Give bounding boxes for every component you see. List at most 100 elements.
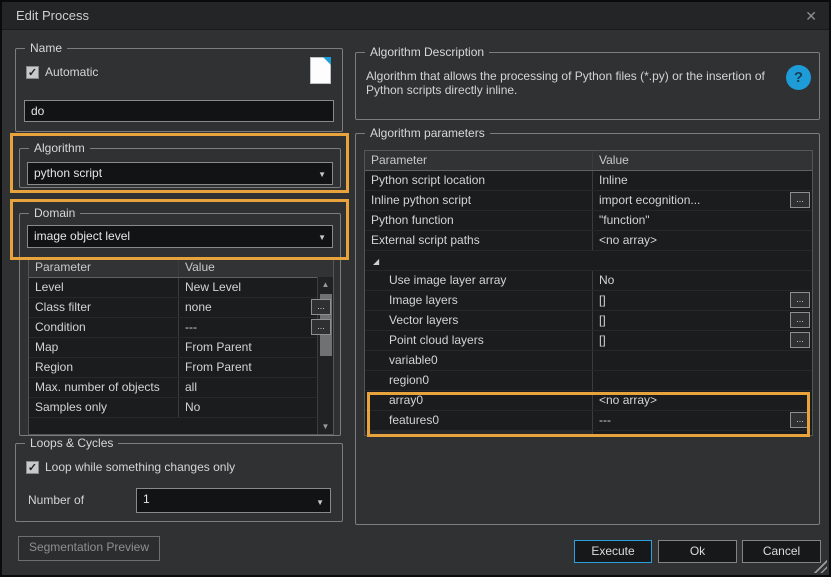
algorithm-parameters-label: Algorithm parameters bbox=[365, 126, 490, 140]
value-text: [] bbox=[599, 311, 812, 329]
table-row[interactable]: Python script location Inline bbox=[365, 171, 812, 191]
value-text: New Level bbox=[185, 278, 333, 296]
value-cell: "function" bbox=[593, 211, 812, 230]
ellipsis-button[interactable]: ... bbox=[790, 332, 810, 348]
scroll-down-icon[interactable]: ▼ bbox=[318, 419, 333, 434]
algorithm-description-text: Algorithm that allows the processing of … bbox=[366, 69, 766, 97]
value-cell: From Parent bbox=[179, 358, 333, 377]
table-row[interactable] bbox=[365, 431, 812, 436]
table-row[interactable]: features0---... bbox=[365, 411, 812, 431]
value-text: From Parent bbox=[185, 338, 333, 356]
value-cell: <no array> bbox=[593, 231, 812, 250]
algorithm-description-group: Algorithm Description Algorithm that all… bbox=[355, 52, 820, 120]
table-row[interactable]: Point cloud layers[]... bbox=[365, 331, 812, 351]
table-row[interactable]: Class filternone... bbox=[29, 298, 333, 318]
table-row[interactable]: MapFrom Parent bbox=[29, 338, 333, 358]
number-of-value: 1 bbox=[143, 492, 150, 506]
algorithm-group-label: Algorithm bbox=[29, 141, 90, 155]
number-of-dropdown[interactable]: 1 ▼ bbox=[136, 488, 331, 513]
value-cell: all bbox=[179, 378, 333, 397]
ellipsis-button[interactable]: ... bbox=[311, 299, 331, 315]
parameter-cell: Class filter bbox=[29, 298, 179, 317]
checkbox-checked-icon[interactable]: ✓ bbox=[26, 461, 39, 474]
parameter-cell: Python script location bbox=[365, 171, 593, 190]
segmentation-preview-button[interactable]: Segmentation Preview bbox=[18, 536, 160, 561]
table-header-row: ParameterValue bbox=[365, 151, 812, 171]
parameter-cell: Level bbox=[29, 278, 179, 297]
value-text: [] bbox=[599, 331, 812, 349]
value-cell: New Level bbox=[179, 278, 333, 297]
value-cell: none... bbox=[179, 298, 333, 317]
table-row[interactable]: ◢Input bbox=[365, 251, 812, 271]
name-group-label: Name bbox=[25, 41, 67, 55]
execute-button[interactable]: Execute bbox=[574, 540, 652, 563]
table-row[interactable]: region0 bbox=[365, 371, 812, 391]
table-row[interactable]: array0<no array> bbox=[365, 391, 812, 411]
table-row[interactable]: variable0 bbox=[365, 351, 812, 371]
window-title: Edit Process bbox=[16, 8, 89, 23]
checkbox-checked-icon[interactable]: ✓ bbox=[26, 66, 39, 79]
table-row[interactable]: Level New Level bbox=[29, 278, 333, 298]
document-icon[interactable] bbox=[310, 57, 331, 84]
help-icon[interactable]: ? bbox=[786, 65, 811, 90]
value-text: Inline bbox=[599, 171, 812, 189]
table-row[interactable]: Condition---... bbox=[29, 318, 333, 338]
table-row[interactable]: Inline python script import ecognition...… bbox=[365, 191, 812, 211]
value-text: all bbox=[185, 378, 333, 396]
value-cell: []... bbox=[593, 311, 812, 330]
parameter-cell: features0 bbox=[365, 411, 593, 430]
loops-cycles-group-label: Loops & Cycles bbox=[25, 436, 118, 450]
ellipsis-button[interactable]: ... bbox=[790, 312, 810, 328]
value-cell: From Parent bbox=[179, 338, 333, 357]
domain-dropdown[interactable]: image object level ▼ bbox=[27, 225, 333, 248]
parameter-cell: Inline python script bbox=[365, 191, 593, 210]
ellipsis-button[interactable]: ... bbox=[311, 319, 331, 335]
algorithm-group: Algorithm python script ▼ bbox=[19, 148, 341, 188]
table-header-row: ParameterValue bbox=[29, 258, 333, 278]
cancel-button[interactable]: Cancel bbox=[742, 540, 821, 563]
value-cell bbox=[593, 371, 812, 390]
column-header: Parameter bbox=[29, 258, 179, 277]
ellipsis-button[interactable]: ... bbox=[790, 412, 810, 428]
value-text: import ecognition... bbox=[599, 191, 812, 209]
parameter-cell: Use image layer array bbox=[365, 271, 593, 290]
table-row[interactable]: Image layers[]... bbox=[365, 291, 812, 311]
loop-while-checkbox[interactable]: ✓ Loop while something changes only bbox=[26, 460, 235, 474]
loop-while-checkbox-label: Loop while something changes only bbox=[45, 460, 235, 474]
table-row[interactable]: Max. number of objects all bbox=[29, 378, 333, 398]
value-cell bbox=[593, 351, 812, 370]
table-row[interactable]: Samples onlyNo bbox=[29, 398, 333, 418]
ok-button[interactable]: Ok bbox=[658, 540, 737, 563]
algorithm-description-label: Algorithm Description bbox=[365, 45, 489, 59]
column-header: Value bbox=[179, 258, 333, 277]
parameter-cell: Point cloud layers bbox=[365, 331, 593, 350]
parameter-cell: External script paths bbox=[365, 231, 593, 250]
value-cell: []... bbox=[593, 331, 812, 350]
chevron-down-icon: ▼ bbox=[318, 230, 326, 245]
domain-parameter-table: ▲ ▼ ParameterValueLevelNew LevelClass fi… bbox=[28, 257, 334, 435]
algorithm-parameters-table: ParameterValuePython script locationInli… bbox=[364, 150, 813, 436]
process-name-input[interactable]: do bbox=[24, 100, 334, 122]
algorithm-dropdown[interactable]: python script ▼ bbox=[27, 162, 333, 185]
table-row[interactable]: Vector layers[]... bbox=[365, 311, 812, 331]
tree-expanded-icon[interactable]: ◢ bbox=[373, 253, 379, 270]
automatic-checkbox[interactable]: ✓ Automatic bbox=[26, 65, 98, 79]
table-row[interactable]: RegionFrom Parent bbox=[29, 358, 333, 378]
table-row[interactable]: External script paths<no array> bbox=[365, 231, 812, 251]
parameter-cell: Max. number of objects bbox=[29, 378, 179, 397]
ellipsis-button[interactable]: ... bbox=[790, 292, 810, 308]
parameter-cell: array0 bbox=[365, 391, 593, 410]
loops-cycles-group: Loops & Cycles ✓ Loop while something ch… bbox=[15, 443, 343, 522]
table-row[interactable]: Use image layer arrayNo bbox=[365, 271, 812, 291]
value-cell: <no array> bbox=[593, 391, 812, 410]
value-text: From Parent bbox=[185, 358, 333, 376]
parameter-cell: region0 bbox=[365, 371, 593, 390]
value-text: "function" bbox=[599, 211, 812, 229]
titlebar[interactable]: Edit Process ✕ bbox=[2, 2, 829, 30]
chevron-down-icon: ▼ bbox=[318, 167, 326, 182]
table-row[interactable]: Python function"function" bbox=[365, 211, 812, 231]
number-of-label: Number of bbox=[28, 493, 84, 507]
close-icon[interactable]: ✕ bbox=[805, 2, 817, 30]
value-cell: ---... bbox=[593, 411, 812, 430]
ellipsis-button[interactable]: ... bbox=[790, 192, 810, 208]
